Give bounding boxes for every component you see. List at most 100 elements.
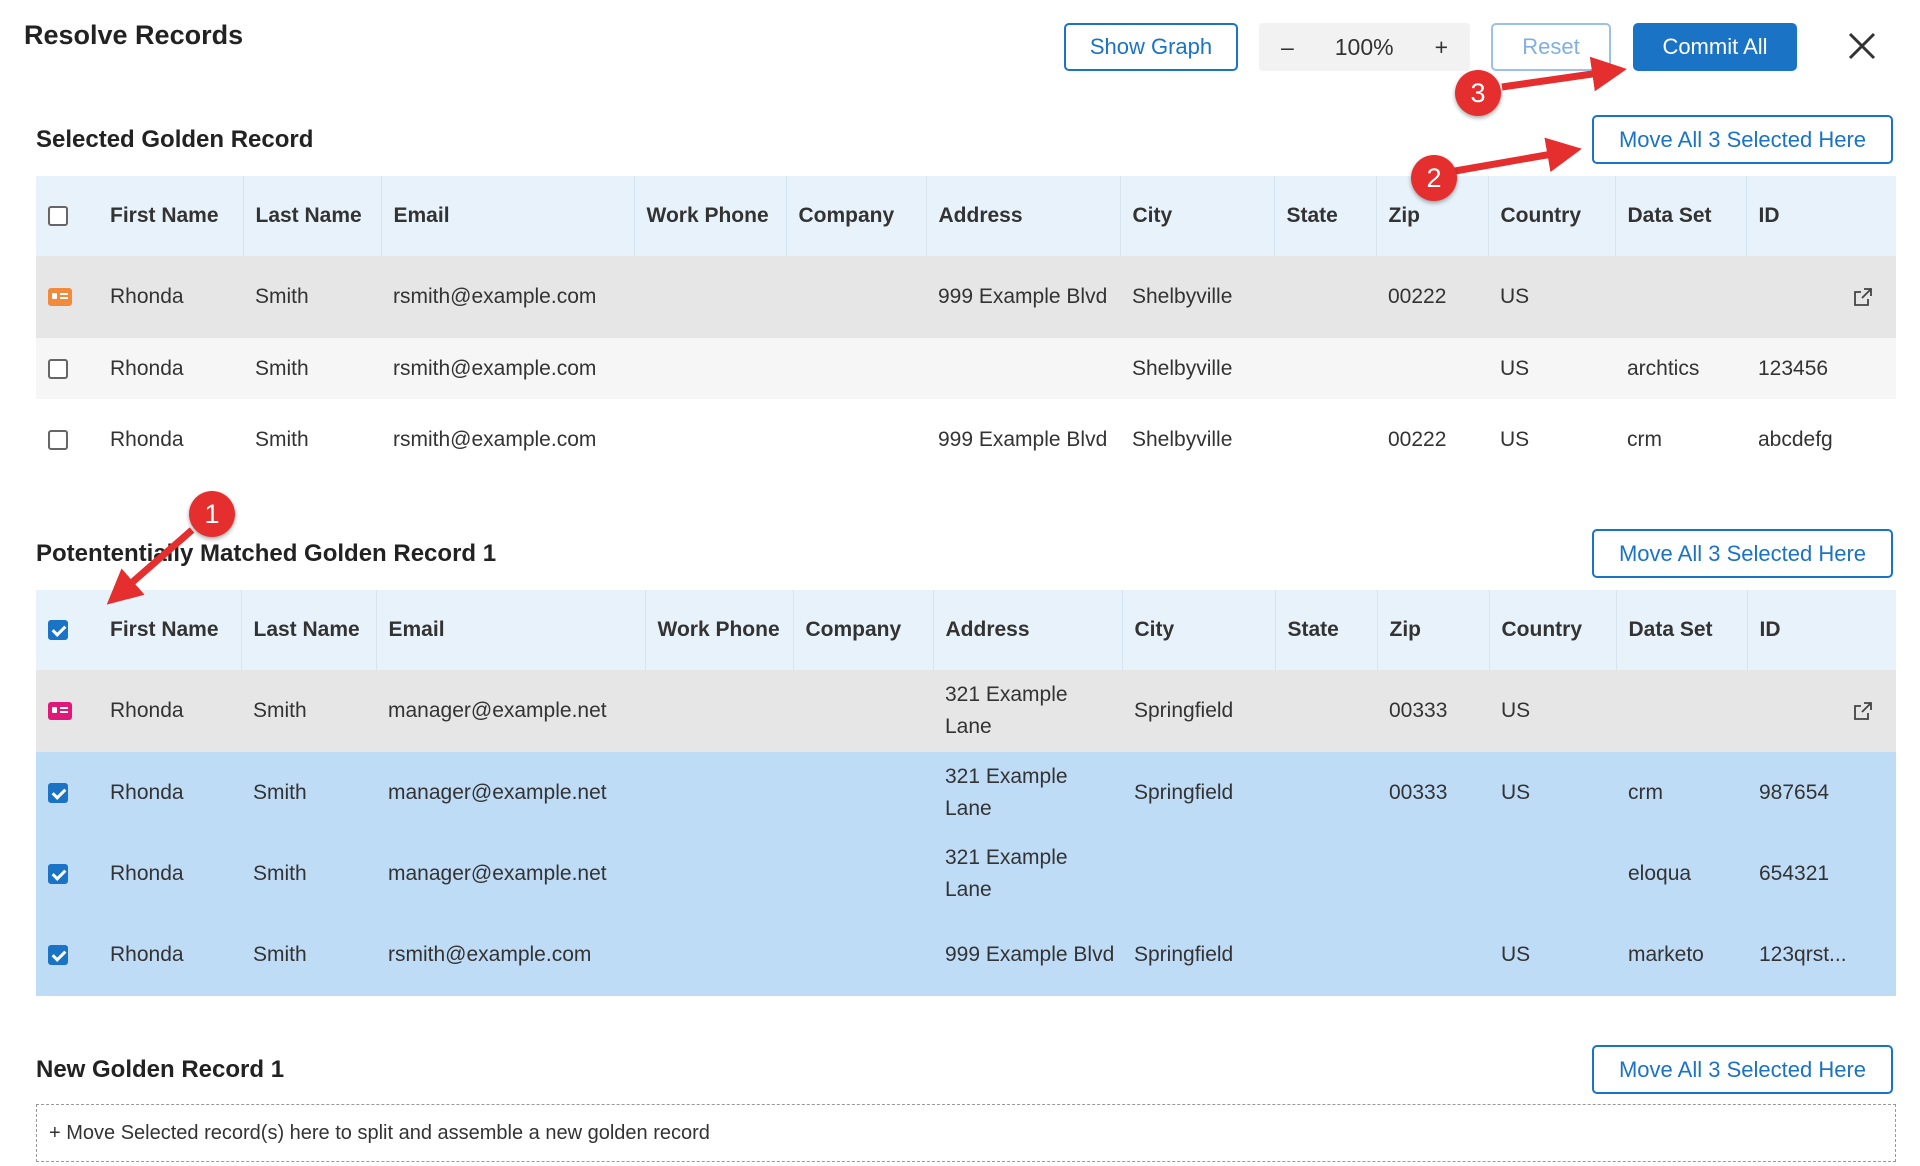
id-cell: 123qrst... bbox=[1747, 914, 1896, 996]
dialog-title: Resolve Records bbox=[24, 20, 244, 50]
new-golden-drop-zone[interactable]: + Move Selected record(s) here to split … bbox=[36, 1104, 1896, 1162]
company-cell bbox=[786, 399, 926, 480]
col-email[interactable]: Email bbox=[381, 176, 635, 256]
arrow-to-commit-all bbox=[1501, 56, 1627, 92]
state-cell bbox=[1275, 914, 1377, 996]
first-name-cell: Rhonda bbox=[98, 833, 241, 914]
work-phone-cell bbox=[645, 914, 793, 996]
move-selected-to-new-button[interactable]: Move All 3 Selected Here bbox=[1592, 1045, 1893, 1094]
work-phone-cell bbox=[634, 399, 786, 480]
work-phone-cell bbox=[634, 338, 786, 399]
col-address[interactable]: Address bbox=[933, 590, 1123, 670]
id-cell: 654321 bbox=[1747, 833, 1896, 914]
col-id[interactable]: ID bbox=[1747, 590, 1896, 670]
zoom-control: – 100% + bbox=[1259, 23, 1470, 71]
email-cell: manager@example.net bbox=[376, 752, 645, 833]
col-work-phone[interactable]: Work Phone bbox=[634, 176, 787, 256]
row-checkbox[interactable] bbox=[48, 782, 68, 803]
state-cell bbox=[1274, 256, 1376, 338]
work-phone-cell bbox=[645, 670, 793, 752]
email-cell: rsmith@example.com bbox=[381, 338, 634, 399]
golden-record-row[interactable]: Rhonda Smith manager@example.net 321 Exa… bbox=[36, 670, 1896, 752]
country-cell bbox=[1489, 833, 1616, 914]
col-last-name[interactable]: Last Name bbox=[241, 590, 377, 670]
select-all-checkbox[interactable] bbox=[48, 206, 68, 227]
col-country[interactable]: Country bbox=[1488, 176, 1616, 256]
row-checkbox[interactable] bbox=[48, 429, 68, 450]
zip-cell bbox=[1376, 338, 1488, 399]
open-external-icon[interactable] bbox=[1852, 700, 1874, 722]
col-work-phone[interactable]: Work Phone bbox=[645, 590, 794, 670]
first-name-cell: Rhonda bbox=[98, 752, 241, 833]
col-city[interactable]: City bbox=[1122, 590, 1276, 670]
col-state[interactable]: State bbox=[1274, 176, 1377, 256]
select-all-cell bbox=[36, 176, 98, 256]
work-phone-cell bbox=[645, 752, 793, 833]
reset-button[interactable]: Reset bbox=[1491, 23, 1611, 71]
city-cell: Shelbyville bbox=[1120, 338, 1274, 399]
col-company[interactable]: Company bbox=[786, 176, 927, 256]
first-name-cell: Rhonda bbox=[98, 256, 243, 338]
table-row[interactable]: Rhonda Smith manager@example.net 321 Exa… bbox=[36, 752, 1896, 833]
city-cell: Shelbyville bbox=[1120, 399, 1274, 480]
table-row[interactable]: Rhonda Smith rsmith@example.com Shelbyvi… bbox=[36, 338, 1896, 399]
country-cell: US bbox=[1488, 256, 1615, 338]
col-email[interactable]: Email bbox=[376, 590, 646, 670]
company-cell bbox=[793, 670, 933, 752]
last-name-cell: Smith bbox=[243, 256, 381, 338]
zoom-level: 100% bbox=[1334, 33, 1394, 60]
address-cell: 999 Example Blvd bbox=[926, 256, 1120, 338]
country-cell: US bbox=[1488, 338, 1615, 399]
zip-cell: 00222 bbox=[1376, 399, 1488, 480]
close-icon[interactable] bbox=[1846, 30, 1878, 62]
company-cell bbox=[793, 833, 933, 914]
golden-record-row[interactable]: Rhonda Smith rsmith@example.com 999 Exam… bbox=[36, 256, 1896, 338]
address-cell bbox=[926, 338, 1120, 399]
zip-cell: 00222 bbox=[1376, 256, 1488, 338]
col-country[interactable]: Country bbox=[1489, 590, 1617, 670]
table-row[interactable]: Rhonda Smith manager@example.net 321 Exa… bbox=[36, 833, 1896, 914]
state-cell bbox=[1275, 752, 1377, 833]
col-company[interactable]: Company bbox=[793, 590, 934, 670]
last-name-cell: Smith bbox=[241, 752, 376, 833]
address-cell: 321 Example Lane bbox=[933, 752, 1122, 833]
table-row[interactable]: Rhonda Smith rsmith@example.com 999 Exam… bbox=[36, 914, 1896, 996]
show-graph-button[interactable]: Show Graph bbox=[1064, 23, 1238, 71]
golden-record-icon bbox=[48, 288, 72, 307]
commit-all-button[interactable]: Commit All bbox=[1633, 23, 1797, 71]
table-row[interactable]: Rhonda Smith rsmith@example.com 999 Exam… bbox=[36, 399, 1896, 480]
last-name-cell: Smith bbox=[241, 670, 376, 752]
annotation-badge-2: 2 bbox=[1411, 155, 1457, 201]
col-data-set[interactable]: Data Set bbox=[1615, 176, 1747, 256]
col-data-set[interactable]: Data Set bbox=[1616, 590, 1748, 670]
move-selected-to-golden-button[interactable]: Move All 3 Selected Here bbox=[1592, 115, 1893, 164]
select-all-checkbox[interactable] bbox=[48, 620, 68, 641]
data-set-cell: marketo bbox=[1616, 914, 1747, 996]
data-set-cell: eloqua bbox=[1616, 833, 1747, 914]
data-set-cell bbox=[1615, 256, 1746, 338]
row-checkbox[interactable] bbox=[48, 863, 68, 884]
last-name-cell: Smith bbox=[241, 833, 376, 914]
state-cell bbox=[1275, 833, 1377, 914]
col-address[interactable]: Address bbox=[926, 176, 1121, 256]
col-zip[interactable]: Zip bbox=[1377, 590, 1490, 670]
col-city[interactable]: City bbox=[1120, 176, 1275, 256]
row-checkbox[interactable] bbox=[48, 945, 68, 966]
col-first-name[interactable]: First Name bbox=[98, 590, 242, 670]
col-last-name[interactable]: Last Name bbox=[243, 176, 382, 256]
col-id[interactable]: ID bbox=[1746, 176, 1896, 256]
col-state[interactable]: State bbox=[1275, 590, 1378, 670]
table-header-row: First Name Last Name Email Work Phone Co… bbox=[36, 590, 1896, 670]
zoom-in-button[interactable]: + bbox=[1435, 34, 1448, 61]
last-name-cell: Smith bbox=[241, 914, 376, 996]
col-first-name[interactable]: First Name bbox=[98, 176, 244, 256]
selected-golden-table: First Name Last Name Email Work Phone Co… bbox=[36, 176, 1896, 480]
annotation-badge-1: 1 bbox=[189, 491, 235, 537]
row-checkbox[interactable] bbox=[48, 358, 68, 379]
last-name-cell: Smith bbox=[243, 338, 381, 399]
open-external-icon[interactable] bbox=[1852, 286, 1874, 308]
work-phone-cell bbox=[645, 833, 793, 914]
zoom-out-button[interactable]: – bbox=[1281, 34, 1294, 61]
move-selected-to-matched-button[interactable]: Move All 3 Selected Here bbox=[1592, 529, 1893, 578]
selected-golden-title: Selected Golden Record bbox=[36, 126, 314, 153]
